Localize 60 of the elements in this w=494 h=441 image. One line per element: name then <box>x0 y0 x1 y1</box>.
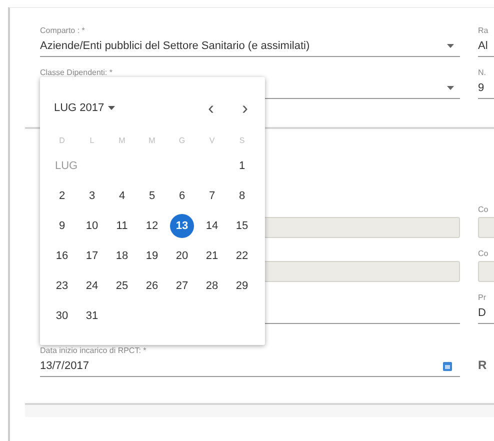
day-button[interactable]: 14 <box>200 214 224 238</box>
day-button[interactable]: 25 <box>110 274 134 298</box>
day-button[interactable]: 6 <box>170 184 194 208</box>
day-button[interactable]: 18 <box>110 244 134 268</box>
next-month-button[interactable]: › <box>235 98 255 118</box>
day-button[interactable]: 3 <box>80 184 104 208</box>
field-label: Data inizio incarico di RPCT: * <box>40 346 148 356</box>
day-button[interactable]: 22 <box>230 244 254 268</box>
weekday-label: L <box>88 134 96 146</box>
day-button[interactable]: 19 <box>140 244 164 268</box>
day-button[interactable]: 17 <box>80 244 104 268</box>
day-button[interactable]: 7 <box>200 184 224 208</box>
field-label: N. <box>478 68 487 78</box>
field-value: R <box>478 357 488 372</box>
day-button[interactable]: 1 <box>230 154 254 178</box>
weekday-label: M <box>148 134 156 146</box>
field-label: Classe Dipendenti: * <box>40 68 114 78</box>
caret-icon <box>108 106 116 110</box>
day-button[interactable]: 28 <box>200 274 224 298</box>
input-field[interactable]: Al <box>478 36 494 57</box>
caret-icon <box>447 44 454 48</box>
day-button[interactable]: 23 <box>50 274 74 298</box>
day-button[interactable]: 2 <box>50 184 74 208</box>
day-button[interactable]: 31 <box>80 304 104 328</box>
day-button[interactable]: 15 <box>230 214 254 238</box>
day-button[interactable]: 9 <box>50 214 74 238</box>
calendar-icon[interactable] <box>443 362 452 370</box>
day-button[interactable]: 4 <box>110 184 134 208</box>
weekday-label: V <box>208 134 216 146</box>
day-button[interactable]: 16 <box>50 244 74 268</box>
day-button[interactable]: 30 <box>50 304 74 328</box>
field-label: Co <box>478 205 490 215</box>
field-label: Ra <box>478 26 490 36</box>
day-button[interactable]: 26 <box>140 274 164 298</box>
day-button[interactable]: 24 <box>80 274 104 298</box>
select-field[interactable]: Aziende/Enti pubblici del Settore Sanitario (e assimilati) <box>40 36 460 57</box>
weekday-label: M <box>118 134 126 146</box>
day-button[interactable]: 11 <box>110 214 134 238</box>
day-button[interactable]: 21 <box>200 244 224 268</box>
day-button[interactable]: 13 <box>170 214 194 238</box>
day-button[interactable]: 29 <box>230 274 254 298</box>
weekday-label: D <box>58 134 66 146</box>
input-field[interactable]: D <box>478 303 494 324</box>
previous-month-button[interactable]: ‹ <box>201 98 221 118</box>
month-year-selector[interactable]: LUG 2017 <box>54 102 116 114</box>
day-button[interactable]: 27 <box>170 274 194 298</box>
month-label: LUG <box>54 159 79 174</box>
input-field[interactable]: 9 <box>478 78 494 99</box>
day-button[interactable]: 10 <box>80 214 104 238</box>
day-button[interactable]: 8 <box>230 184 254 208</box>
date-field[interactable]: 13/7/2017 <box>40 356 460 377</box>
weekday-label: G <box>178 134 186 146</box>
day-button[interactable]: 5 <box>140 184 164 208</box>
weekday-label: S <box>238 134 246 146</box>
field-label: Comparto : * <box>40 26 86 36</box>
day-button[interactable]: 20 <box>170 244 194 268</box>
caret-icon <box>447 86 454 90</box>
day-button[interactable]: 12 <box>140 214 164 238</box>
field-label: Co <box>478 249 490 259</box>
field-label: Pr <box>478 293 487 303</box>
